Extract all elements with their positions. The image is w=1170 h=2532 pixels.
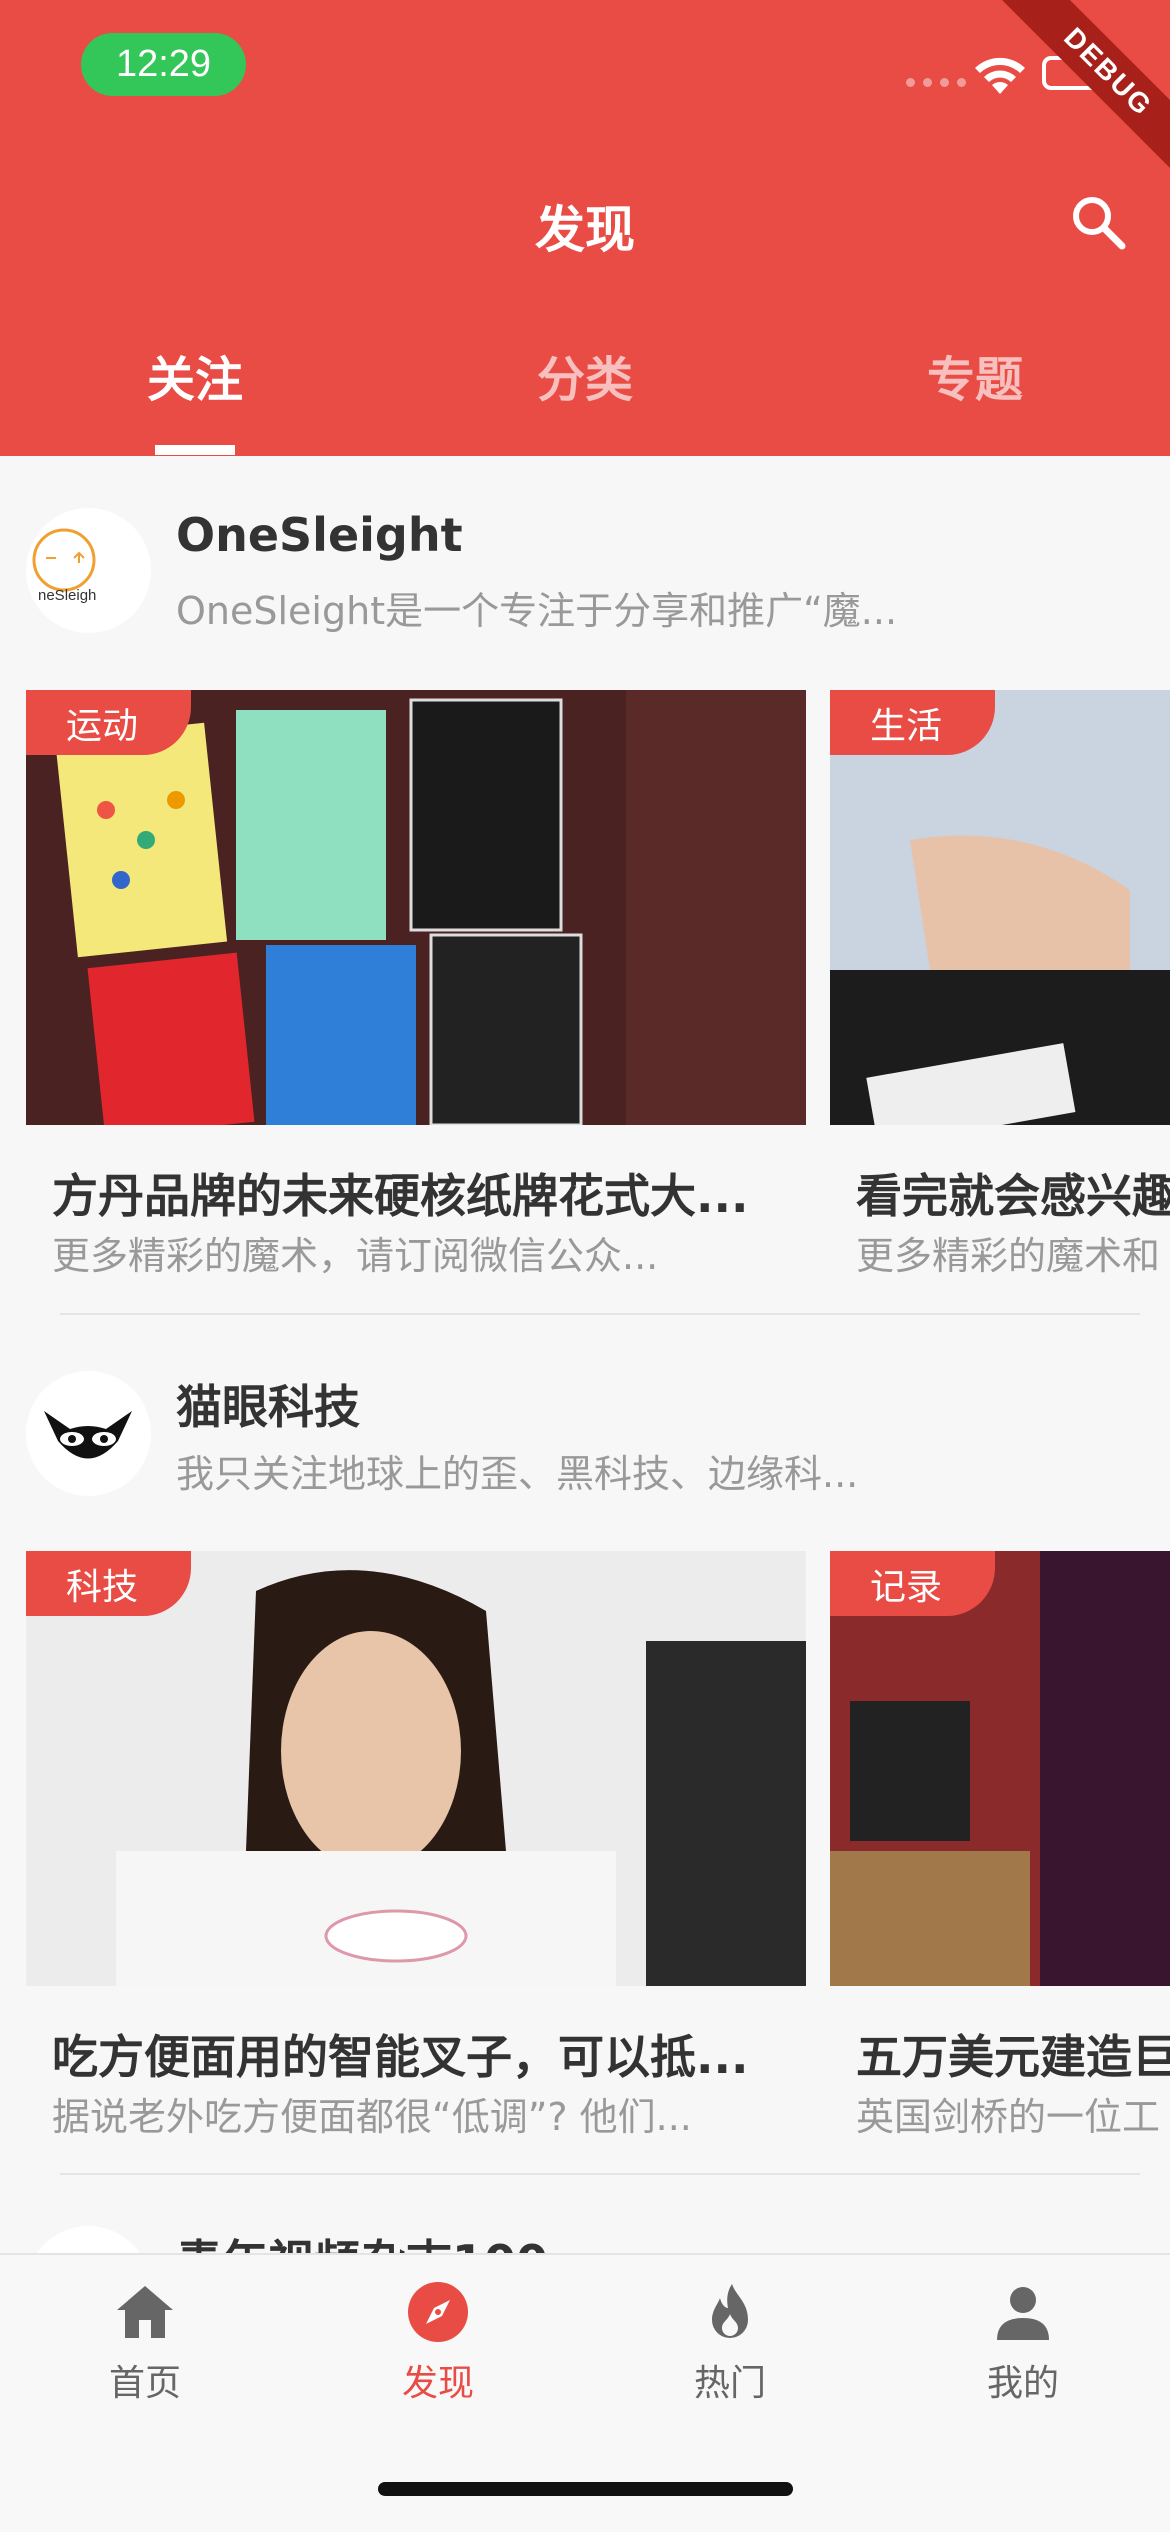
signal-dots-icon: [906, 78, 966, 87]
compass-icon: [408, 2282, 468, 2342]
video-title[interactable]: 方丹品牌的未来硬核纸牌花式大...: [52, 1160, 748, 1226]
wifi-icon: [975, 57, 1025, 94]
nav-discover[interactable]: 发现: [338, 2280, 538, 2406]
home-icon: [117, 2286, 173, 2338]
video-thumbnail[interactable]: 生活: [830, 690, 1170, 1125]
category-tag: 记录: [830, 1551, 995, 1616]
video-thumbnail[interactable]: 科技: [26, 1551, 806, 1986]
woman-eating-image: [26, 1551, 806, 1986]
hands-cards-image: [830, 690, 1170, 1125]
divider: [60, 1313, 1140, 1315]
playing-cards-image: [26, 690, 806, 1125]
category-tag: 科技: [26, 1551, 191, 1616]
tab-bar: 关注 分类 专题: [0, 340, 1170, 456]
user-icon: [997, 2287, 1049, 2340]
video-title[interactable]: 五万美元建造巨: [856, 2021, 1170, 2087]
app-header: 12:29 DEBUG 发现 关注 分类 专题: [0, 0, 1170, 456]
author-avatar[interactable]: neSleigh: [26, 508, 151, 633]
home-indicator: [378, 2482, 793, 2496]
author-desc: 我只关注地球上的歪、黑科技、边缘科...: [176, 1452, 859, 1496]
category-tag: 运动: [26, 690, 191, 755]
author-desc: OneSleight是一个专注于分享和推广“魔...: [176, 589, 898, 633]
category-tag: 生活: [830, 690, 995, 755]
nav-hot[interactable]: 热门: [630, 2280, 830, 2406]
status-time: 12:29: [81, 33, 246, 96]
led-display-image: [830, 1551, 1170, 1986]
onesleight-logo-icon: neSleigh: [26, 508, 150, 632]
video-title[interactable]: 吃方便面用的智能叉子，可以抵...: [52, 2021, 748, 2087]
svg-text:neSleigh: neSleigh: [38, 587, 96, 604]
nav-label: 热门: [693, 2363, 766, 2404]
author-name[interactable]: 猫眼科技: [176, 1371, 360, 1437]
tab-follow[interactable]: 关注: [0, 340, 390, 456]
debug-banner: DEBUG: [984, 0, 1170, 196]
flame-icon: [712, 2284, 748, 2338]
video-subtitle: 更多精彩的魔术和: [856, 1234, 1161, 1278]
nav-label: 首页: [108, 2363, 181, 2404]
author-avatar[interactable]: [26, 2226, 151, 2256]
tab-indicator: [155, 445, 235, 455]
video-thumbnail[interactable]: 运动: [26, 690, 806, 1125]
tab-category[interactable]: 分类: [390, 340, 780, 456]
nav-mine[interactable]: 我的: [923, 2280, 1123, 2406]
video-subtitle: 更多精彩的魔术，请订阅微信公众...: [52, 1234, 659, 1278]
divider: [60, 2173, 1140, 2175]
video-title[interactable]: 看完就会感兴趣: [856, 1160, 1170, 1226]
tab-topics[interactable]: 专题: [780, 340, 1170, 456]
author-row[interactable]: 猫眼科技 我只关注地球上的歪、黑科技、边缘科...: [0, 1371, 1170, 1501]
author-avatar[interactable]: [26, 1371, 151, 1496]
video-subtitle: 据说老外吃方便面都很“低调”? 他们...: [52, 2095, 692, 2139]
nav-label: 发现: [401, 2363, 474, 2404]
nav-label: 我的: [986, 2363, 1059, 2404]
author-name[interactable]: 青年视频杂志100: [176, 2226, 548, 2256]
author-name[interactable]: OneSleight: [176, 508, 463, 562]
video-thumbnail[interactable]: 记录: [830, 1551, 1170, 1986]
nav-home[interactable]: 首页: [45, 2280, 245, 2406]
black-cat-icon: [26, 1371, 150, 1495]
author-row[interactable]: neSleigh OneSleight OneSleight是一个专注于分享和推…: [0, 508, 1170, 638]
video-subtitle: 英国剑桥的一位工: [856, 2095, 1161, 2139]
search-icon[interactable]: [1068, 192, 1128, 252]
page-title: 发现: [535, 201, 635, 259]
feed-list[interactable]: neSleigh OneSleight OneSleight是一个专注于分享和推…: [0, 456, 1170, 2256]
author-row[interactable]: 青年视频杂志100: [0, 2226, 1170, 2256]
